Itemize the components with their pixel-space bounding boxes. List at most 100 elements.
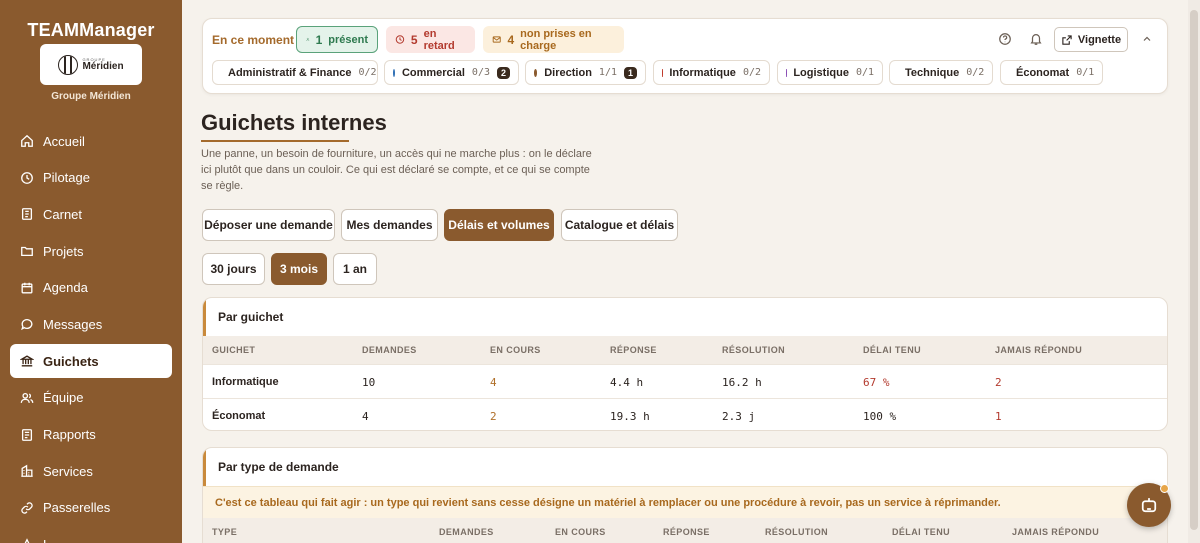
team-chip-commercial[interactable]: Commercial 0/3 2 (384, 60, 519, 85)
team-chip-logistique[interactable]: Logistique 0/1 (777, 60, 883, 85)
sidebar-item-carnet[interactable]: Carnet (10, 197, 172, 231)
col-header: RÉSOLUTION (765, 527, 829, 537)
col-header: JAMAIS RÉPONDU (1012, 527, 1100, 537)
team-badge: 1 (623, 66, 637, 79)
sidebar-item-label: Pilotage (43, 170, 90, 186)
sidebar-item-label: Guichets (43, 353, 99, 369)
page-title: Guichets internes (201, 110, 387, 135)
col-header: DÉLAI TENU (892, 527, 950, 537)
chevron-up-icon[interactable] (1141, 33, 1153, 45)
robot-icon (1141, 498, 1157, 513)
sidebar-item-guichets[interactable]: Guichets (10, 344, 172, 379)
late-count: 5 (410, 32, 418, 47)
team-chip-informatique[interactable]: Informatique 0/2 (653, 60, 770, 85)
sidebar-item-more[interactable]: L (10, 528, 172, 543)
team-ratio: 0/1 (1076, 67, 1095, 78)
table-header: TYPE DEMANDES EN COURS RÉPONSE RÉSOLUTIO… (203, 518, 1167, 543)
unassigned-stat[interactable]: 4 non prises en charge (483, 26, 624, 53)
team-ratio: 0/2 (742, 67, 761, 78)
team-name: Informatique (669, 66, 736, 79)
period-30-days[interactable]: 30 jours (202, 253, 265, 285)
report-icon (21, 428, 33, 441)
external-link-icon (1062, 34, 1072, 45)
cell-in-progress: 2 (490, 410, 497, 423)
team-name: Direction (544, 66, 592, 79)
tab-deposer-demande[interactable]: Déposer une demande (202, 209, 335, 241)
sidebar-item-projets[interactable]: Projets (10, 234, 172, 268)
folder-icon (21, 246, 33, 257)
page-scrollbar[interactable] (1188, 0, 1200, 543)
sidebar-item-accueil[interactable]: Accueil (10, 124, 172, 158)
cell-in-progress: 4 (490, 376, 497, 389)
sidebar-item-label: L (43, 537, 50, 543)
team-ratio: 1/1 (598, 67, 617, 78)
cell-desk: Économat (212, 410, 266, 422)
period-3-months[interactable]: 3 mois (271, 253, 327, 285)
sidebar-item-services[interactable]: Services (10, 454, 172, 488)
col-header: DÉLAI TENU (863, 345, 921, 355)
team-chip-direction[interactable]: Direction 1/1 1 (525, 60, 646, 85)
cell-never-answered: 1 (995, 410, 1002, 423)
cell-requests: 10 (362, 376, 376, 389)
cell-never-answered: 2 (995, 376, 1002, 389)
sidebar-item-label: Messages (43, 316, 103, 332)
calendar-icon (21, 282, 33, 294)
table-row[interactable]: Économat 4 2 19.3 h 2.3 j 100 % 1 (203, 398, 1167, 430)
unassigned-count: 4 (507, 32, 515, 47)
sidebar-item-rapports[interactable]: Rapports (10, 418, 172, 452)
col-header: GUICHET (212, 345, 256, 355)
table-header: GUICHET DEMANDES EN COURS RÉPONSE RÉSOLU… (203, 336, 1167, 364)
tab-mes-demandes[interactable]: Mes demandes (341, 209, 438, 241)
vignette-label: Vignette (1077, 33, 1122, 46)
now-panel: En ce moment 1 présent 5 en retard 4 non… (202, 18, 1168, 94)
book-icon (21, 208, 33, 221)
sidebar-item-equipe[interactable]: Équipe (10, 381, 172, 415)
late-stat[interactable]: 5 en retard (386, 26, 475, 53)
org-name: Groupe Méridien (51, 91, 131, 102)
tab-catalogue-delais[interactable]: Catalogue et délais (561, 209, 678, 241)
team-chip-technique[interactable]: Technique 0/2 (889, 60, 993, 85)
by-desk-card: Par guichet GUICHET DEMANDES EN COURS RÉ… (202, 297, 1168, 431)
org-logo[interactable]: GROUPE Méridien (40, 44, 142, 85)
period-1-year[interactable]: 1 an (333, 253, 377, 285)
sidebar: TEAMManager GROUPE Méridien Groupe Mérid… (0, 0, 182, 543)
sidebar-item-label: Services (43, 463, 93, 479)
team-chip-economat[interactable]: Économat 0/1 (1000, 60, 1103, 85)
clock-icon (21, 171, 33, 184)
building-icon (21, 464, 33, 478)
scroll-thumb[interactable] (1190, 10, 1198, 530)
team-name: Administratif & Finance (228, 66, 352, 79)
bell-icon[interactable] (1029, 32, 1043, 46)
table-row[interactable]: Informatique 10 4 4.4 h 16.2 h 67 % 2 (203, 364, 1167, 398)
sidebar-item-pilotage[interactable]: Pilotage (10, 161, 172, 195)
now-label: En ce moment (212, 33, 295, 47)
logo-big-text: Méridien (82, 60, 124, 72)
team-name: Commercial (401, 66, 465, 79)
tab-delais-volumes[interactable]: Délais et volumes (444, 209, 554, 241)
person-icon (306, 37, 310, 41)
sidebar-item-messages[interactable]: Messages (10, 307, 172, 341)
sidebar-item-label: Projets (43, 243, 84, 259)
cell-sla: 100 % (863, 410, 897, 423)
col-header: DEMANDES (439, 527, 494, 537)
col-header: TYPE (212, 527, 238, 537)
team-ratio: 0/1 (855, 67, 874, 78)
team-badge: 2 (496, 66, 510, 79)
cell-resolution: 2.3 j (722, 410, 756, 423)
sidebar-item-agenda[interactable]: Agenda (10, 271, 172, 305)
sidebar-nav: Accueil Pilotage Carnet Projets Agenda M… (10, 124, 172, 543)
present-count: 1 (315, 32, 323, 47)
by-desk-title: Par guichet (203, 298, 1167, 336)
help-icon[interactable] (998, 32, 1012, 46)
vignette-button[interactable]: Vignette (1054, 27, 1128, 52)
mail-icon (492, 36, 501, 43)
sidebar-item-passerelles[interactable]: Passerelles (10, 491, 172, 525)
cell-requests: 4 (362, 410, 369, 423)
present-stat[interactable]: 1 présent (296, 26, 378, 53)
page-description: Une panne, un besoin de fourniture, un a… (201, 148, 592, 192)
team-name: Technique (905, 66, 960, 79)
extra-icon (24, 537, 30, 543)
team-dot (393, 68, 395, 77)
team-name: Économat (1016, 66, 1070, 79)
team-chip-admin-finance[interactable]: Administratif & Finance 0/2 (212, 60, 378, 85)
